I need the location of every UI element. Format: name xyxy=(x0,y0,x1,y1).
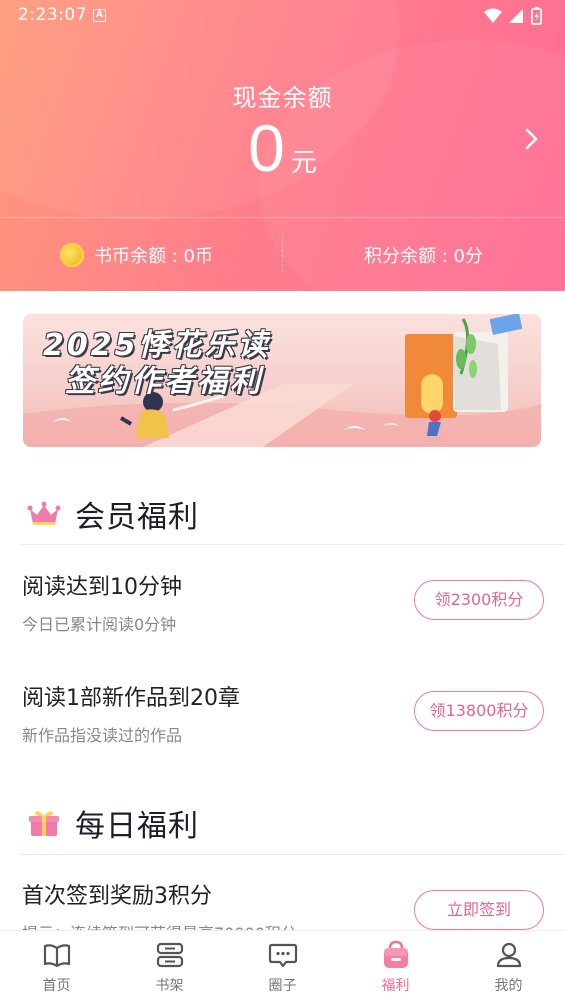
task-title: 阅读1部新作品到20章 xyxy=(22,686,240,711)
banner-subheadline: 签约作者福利 xyxy=(65,364,263,399)
nav-item-profile[interactable]: 我的 xyxy=(452,931,565,1004)
signal-icon xyxy=(509,9,523,23)
divider xyxy=(282,234,283,272)
claim-points-button[interactable]: 领2300积分 xyxy=(414,580,544,620)
task-title: 首次签到奖励3积分 xyxy=(22,884,212,909)
coin-balance[interactable]: 书币余额 : 0币 xyxy=(60,240,213,270)
nav-label: 福利 xyxy=(381,978,410,994)
status-time: 2:23:07 xyxy=(18,5,88,25)
system-icons xyxy=(484,7,542,25)
chevron-right-icon[interactable] xyxy=(519,125,543,153)
notification-icon: A xyxy=(93,9,106,22)
coin-balance-text: 书币余额 : 0币 xyxy=(94,246,213,267)
claim-points-button[interactable]: 领13800积分 xyxy=(414,691,544,731)
nav-label: 我的 xyxy=(494,978,523,994)
cash-amount-unit: 元 xyxy=(290,148,317,178)
cash-balance[interactable]: 0元 xyxy=(0,110,565,186)
task-subtitle: 今日已累计阅读0分钟 xyxy=(22,615,177,634)
user-icon xyxy=(496,942,521,968)
nav-label: 书架 xyxy=(155,978,184,994)
nav-item-home[interactable]: 首页 xyxy=(0,931,113,1004)
wifi-icon xyxy=(484,8,502,23)
header-panel: 2:23:07 A 现金余额 0元 书币余额 : 0币 积分余额 : 0分 xyxy=(0,0,565,291)
nav-item-bookshelf[interactable]: 书架 xyxy=(113,931,226,1004)
gift-bag-icon xyxy=(383,940,408,968)
gift-icon xyxy=(29,811,59,836)
task-subtitle: 新作品指没读过的作品 xyxy=(22,726,183,745)
crown-icon xyxy=(27,501,61,525)
divider xyxy=(20,544,565,545)
bookshelf-icon xyxy=(156,942,183,968)
divider xyxy=(0,217,565,218)
cash-balance-label: 现金余额 xyxy=(232,84,333,112)
section-title-daily: 每日福利 xyxy=(27,803,199,844)
book-open-icon xyxy=(43,944,70,968)
bottom-nav: 首页 书架 圈子 福利 我的 xyxy=(0,930,565,1004)
nav-item-welfare[interactable]: 福利 xyxy=(339,931,452,1004)
cash-amount-value: 0 xyxy=(248,111,285,185)
chat-bubble-icon xyxy=(268,943,297,968)
section-title-member: 会员福利 xyxy=(27,494,199,535)
divider xyxy=(20,854,565,855)
sign-in-button[interactable]: 立即签到 xyxy=(414,890,544,930)
points-balance[interactable]: 积分余额 : 0分 xyxy=(364,240,483,270)
nav-item-community[interactable]: 圈子 xyxy=(226,931,339,1004)
battery-icon xyxy=(531,7,542,25)
section-title-text: 会员福利 xyxy=(75,500,199,535)
points-balance-text: 积分余额 : 0分 xyxy=(364,246,483,267)
nav-label: 首页 xyxy=(42,978,71,994)
section-title-text: 每日福利 xyxy=(75,809,199,844)
promo-banner[interactable]: 2025悸花乐读 签约作者福利 xyxy=(23,314,541,447)
coin-icon xyxy=(60,243,84,267)
task-title: 阅读达到10分钟 xyxy=(22,575,182,600)
nav-label: 圈子 xyxy=(268,978,297,994)
status-bar: 2:23:07 A xyxy=(0,0,565,32)
